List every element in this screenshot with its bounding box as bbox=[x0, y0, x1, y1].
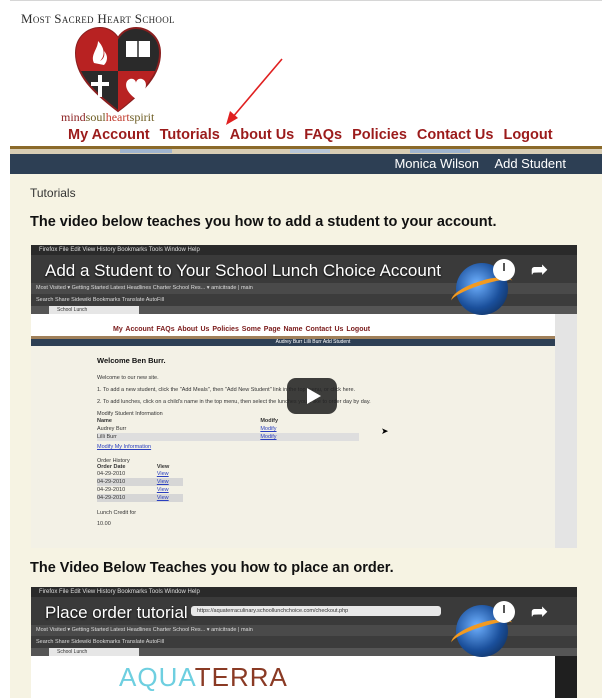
student-modify-link: Modify bbox=[260, 426, 277, 432]
tagline-mind: mind bbox=[61, 110, 86, 124]
embedded-scrollbar bbox=[555, 314, 577, 548]
url-bar: https://aquaterraculinary.schoollunchcho… bbox=[191, 606, 441, 616]
students-col-modify: Modify bbox=[260, 418, 279, 424]
embedded-welcome: Welcome Ben Burr. bbox=[97, 356, 166, 365]
table-row: Lilli Burr Modify bbox=[97, 433, 359, 441]
school-logo-crest bbox=[74, 26, 162, 113]
embedded-orders-table: Order Date View 04-29-2010 View 04-29-2010… bbox=[97, 464, 183, 502]
order-date: 04-29-2010 bbox=[97, 487, 126, 493]
nav-logout[interactable]: Logout bbox=[503, 127, 552, 143]
table-row: 04-29-2010 View bbox=[97, 494, 183, 502]
embedded-modify-info-link: Modify My Information bbox=[97, 444, 152, 450]
browser-tab: School Lunch bbox=[49, 648, 139, 656]
order-view-link: View bbox=[156, 478, 183, 486]
student-name: Audrey Burr bbox=[97, 426, 127, 432]
main-content: Tutorials The video below teaches you ho… bbox=[10, 174, 602, 698]
watch-later-icon[interactable] bbox=[493, 259, 515, 281]
nav-contact-us[interactable]: Contact Us bbox=[417, 127, 494, 143]
embedded-lunch-credit-value: 10.00 bbox=[97, 521, 111, 527]
order-view-link: View bbox=[156, 471, 169, 477]
table-row: 04-29-2010 View bbox=[97, 486, 183, 494]
place-order-video[interactable]: Firefox File Edit View History Bookmarks… bbox=[31, 587, 577, 698]
video-title[interactable]: Add a Student to Your School Lunch Choic… bbox=[45, 261, 441, 281]
video-title[interactable]: Place order tutorial bbox=[45, 603, 188, 623]
embedded-students-table: Name Modify Audrey Burr Modify Lilli Burr M… bbox=[97, 417, 359, 441]
annotation-arrow-icon bbox=[226, 58, 283, 125]
nav-policies[interactable]: Policies bbox=[352, 127, 407, 143]
logo-terra: TERRA bbox=[194, 662, 288, 692]
add-student-heading: The video below teaches you how to add a… bbox=[30, 214, 497, 230]
nav-my-account[interactable]: My Account bbox=[68, 127, 150, 143]
nav-tutorials[interactable]: Tutorials bbox=[160, 127, 220, 143]
user-name-link[interactable]: Monica Wilson bbox=[394, 156, 479, 171]
place-order-heading: The Video Below Teaches you how to place… bbox=[30, 560, 394, 576]
share-icon[interactable]: ➦ bbox=[531, 599, 548, 624]
order-view-link: View bbox=[156, 487, 169, 493]
order-date: 04-29-2010 bbox=[97, 471, 126, 477]
embedded-nav: My Account FAQs About Us Policies Some P… bbox=[113, 326, 371, 333]
mouse-cursor-icon: ➤ bbox=[381, 426, 389, 436]
students-col-name: Name bbox=[97, 418, 112, 424]
embedded-page: AQUATERRA bbox=[31, 656, 555, 698]
top-divider bbox=[10, 0, 602, 1]
order-date: 04-29-2010 bbox=[97, 478, 157, 486]
user-bar: Monica Wilson Add Student bbox=[10, 154, 602, 174]
order-date: 04-29-2010 bbox=[97, 494, 157, 502]
header-stripe-top bbox=[10, 146, 602, 149]
mac-menu-bar: Firefox File Edit View History Bookmarks… bbox=[31, 587, 577, 597]
table-row: 04-29-2010 View bbox=[97, 470, 183, 478]
breadcrumb: Tutorials bbox=[30, 186, 76, 200]
tagline-soul: soul bbox=[85, 110, 106, 124]
main-nav: My Account Tutorials About Us FAQs Polic… bbox=[68, 127, 563, 143]
watch-later-icon[interactable] bbox=[493, 601, 515, 623]
nav-about-us[interactable]: About Us bbox=[230, 127, 294, 143]
play-icon[interactable] bbox=[287, 378, 337, 414]
aquaterra-logo: AQUATERRA bbox=[119, 662, 288, 693]
tagline-heart: heart bbox=[105, 110, 130, 124]
embedded-page: My Account FAQs About Us Policies Some P… bbox=[31, 314, 555, 548]
embedded-userbar: Audrey Burr Lilli Burr Add Student bbox=[31, 339, 555, 346]
table-row: Audrey Burr Modify bbox=[97, 425, 359, 433]
embedded-lunch-credit-label: Lunch Credit for bbox=[97, 510, 137, 516]
nav-faqs[interactable]: FAQs bbox=[304, 127, 342, 143]
share-icon[interactable]: ➦ bbox=[531, 257, 548, 282]
student-name: Lilli Burr bbox=[97, 433, 261, 441]
school-tagline: mindsoulheartspirit bbox=[61, 111, 154, 123]
tagline-spirit: spirit bbox=[129, 110, 155, 124]
table-row: 04-29-2010 View bbox=[97, 478, 183, 486]
add-student-link[interactable]: Add Student bbox=[494, 156, 566, 171]
mac-menu-bar: Firefox File Edit View History Bookmarks… bbox=[31, 245, 577, 255]
student-modify-link: Modify bbox=[260, 433, 359, 441]
logo-aqua: AQUA bbox=[119, 662, 195, 692]
add-student-video[interactable]: Firefox File Edit View History Bookmarks… bbox=[31, 245, 577, 548]
browser-tab: School Lunch bbox=[49, 306, 139, 314]
order-view-link: View bbox=[156, 494, 183, 502]
